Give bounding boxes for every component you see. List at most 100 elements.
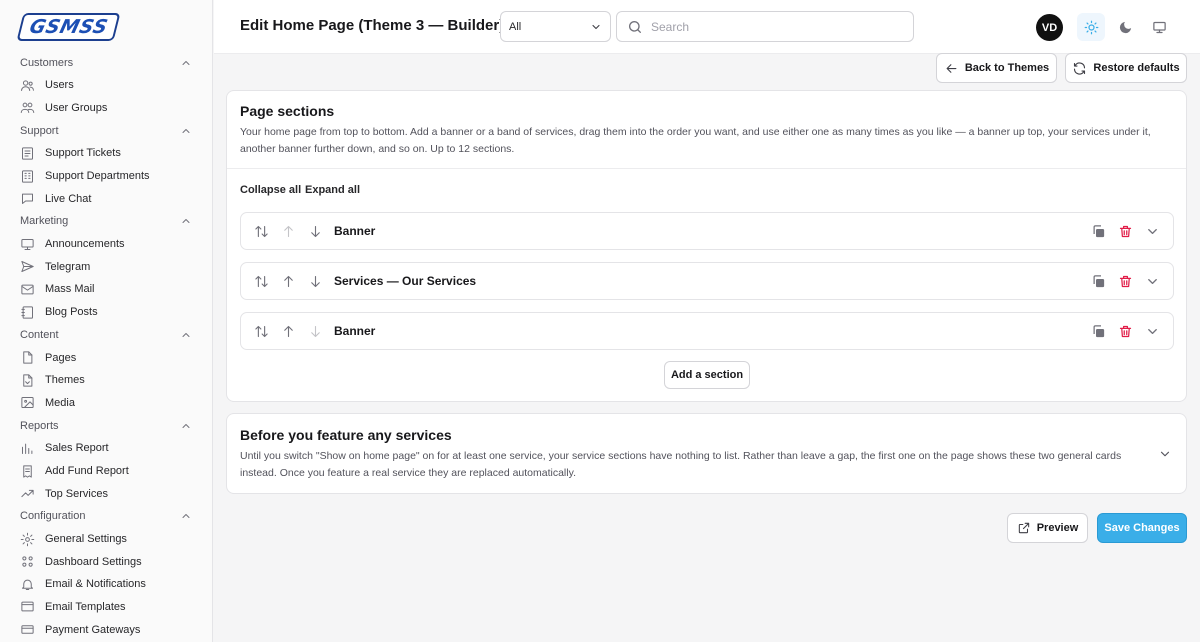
restore-defaults-button[interactable]: Restore defaults [1065,53,1187,83]
moon-icon [1119,21,1131,33]
page-sections-card: Page sections Your home page from top to… [226,90,1187,402]
ticket-icon [22,147,33,160]
monitor-icon [1152,21,1166,33]
sidebar-item-label: Announcements [45,238,125,251]
sidebar-item-support-departments[interactable]: Support Departments [20,165,192,188]
sidebar-item-label: Media [45,396,75,409]
sidebar-item-label: Themes [45,374,85,387]
duplicate-icon[interactable] [1091,324,1106,339]
chevron-down-icon[interactable] [1145,324,1160,339]
sidebar-group-content[interactable]: Content [20,323,192,346]
save-changes-button[interactable]: Save Changes [1097,513,1187,543]
move-up-icon[interactable] [281,324,296,339]
chevron-up-icon [182,332,190,337]
system-theme-button[interactable] [1145,13,1173,41]
building-icon [22,169,33,183]
chevron-up-icon [182,128,190,133]
restore-defaults-label: Restore defaults [1093,62,1180,74]
sidebar-item-label: Support Tickets [45,147,121,160]
light-theme-button[interactable] [1077,13,1105,41]
expand-all-button[interactable]: Expand all [305,184,360,196]
duplicate-icon[interactable] [1091,224,1106,239]
move-up-icon[interactable] [281,224,296,239]
duplicate-icon[interactable] [1091,274,1106,289]
back-to-themes-button[interactable]: Back to Themes [936,53,1057,83]
sidebar-item-users[interactable]: Users [20,74,192,97]
receipt-icon [23,464,32,478]
sidebar-item-email-templates[interactable]: Email Templates [20,596,192,619]
dark-theme-button[interactable] [1111,13,1139,41]
users-icon [21,80,34,91]
sidebar-item-top-services[interactable]: Top Services [20,482,192,505]
trash-icon[interactable] [1118,324,1133,339]
sidebar-group-label: Content [20,328,59,341]
sidebar-group-label: Customers [20,56,74,69]
sidebar-item-label: User Groups [45,101,108,114]
filter-select[interactable]: All [500,11,611,42]
sidebar-item-live-chat[interactable]: Live Chat [20,187,192,210]
move-up-icon[interactable] [281,274,296,289]
section-label: Banner [334,224,376,238]
sidebar-item-label: Mass Mail [45,283,95,296]
move-down-icon[interactable] [308,274,323,289]
trash-icon[interactable] [1118,224,1133,239]
logo[interactable]: GSMSS [0,0,212,54]
section-row[interactable]: Banner [240,212,1174,250]
trash-icon[interactable] [1118,274,1133,289]
sidebar-item-label: Telegram [45,260,91,273]
logo-mark: GSMSS [16,13,121,41]
drag-handle-icon[interactable] [254,274,269,289]
chevron-down-icon[interactable] [1145,224,1160,239]
chevron-down-icon[interactable] [1145,274,1160,289]
sidebar-group-customers[interactable]: Customers [20,51,192,74]
chevron-up-icon [182,219,190,224]
add-section-button[interactable]: Add a section [664,361,750,389]
section-row[interactable]: Services — Our Services [240,262,1174,300]
search-icon [629,20,641,33]
back-to-themes-label: Back to Themes [964,62,1050,74]
section-row[interactable]: Banner [240,312,1174,350]
drag-handle-icon[interactable] [254,324,269,339]
mail-icon [21,284,34,295]
sidebar-item-user-groups[interactable]: User Groups [20,97,192,120]
sidebar-group-reports[interactable]: Reports [20,414,192,437]
sidebar-group-marketing[interactable]: Marketing [20,210,192,233]
sidebar-item-general-settings[interactable]: General Settings [20,528,192,551]
section-label: Services — Our Services [334,274,477,288]
divider [227,168,1186,169]
preview-button[interactable]: Preview [1007,513,1088,543]
sidebar-group-support[interactable]: Support [20,119,192,142]
avatar[interactable]: VD [1036,14,1063,41]
sidebar-item-support-tickets[interactable]: Support Tickets [20,142,192,165]
move-down-icon[interactable] [308,224,323,239]
sidebar-item-sales-report[interactable]: Sales Report [20,437,192,460]
collapse-all-button[interactable]: Collapse all [240,184,301,196]
expand-info-chevron-icon[interactable] [1158,447,1172,461]
sidebar-item-label: Support Departments [45,170,150,183]
sidebar-item-label: Payment Gateways [45,623,141,636]
search-box[interactable] [616,11,914,42]
move-down-icon[interactable] [308,324,323,339]
search-input[interactable] [651,19,891,34]
sidebar-item-pages[interactable]: Pages [20,346,192,369]
sidebar-item-announcements[interactable]: Announcements [20,233,192,256]
image-icon [21,397,34,409]
chevron-up-icon [182,423,190,428]
template-icon [21,602,34,612]
sidebar-group-configuration[interactable]: Configuration [20,505,192,528]
sidebar-item-add-fund-report[interactable]: Add Fund Report [20,460,192,483]
sidebar-item-email-notifications[interactable]: Email & Notifications [20,573,192,596]
sidebar-item-payment-gateways[interactable]: Payment Gateways [20,618,192,641]
sidebar-item-blog-posts[interactable]: Blog Posts [20,301,192,324]
theme-file-icon [23,374,33,387]
chat-icon [22,193,33,205]
sidebar-item-label: Users [45,79,74,92]
sidebar-item-media[interactable]: Media [20,392,192,415]
sidebar-item-dashboard-settings[interactable]: Dashboard Settings [20,551,192,574]
sidebar-group-label: Support [20,124,59,137]
sidebar-item-themes[interactable]: Themes [20,369,192,392]
sidebar-item-telegram[interactable]: Telegram [20,256,192,279]
sidebar-item-mass-mail[interactable]: Mass Mail [20,278,192,301]
drag-handle-icon[interactable] [254,224,269,239]
monitor-icon [21,238,34,250]
